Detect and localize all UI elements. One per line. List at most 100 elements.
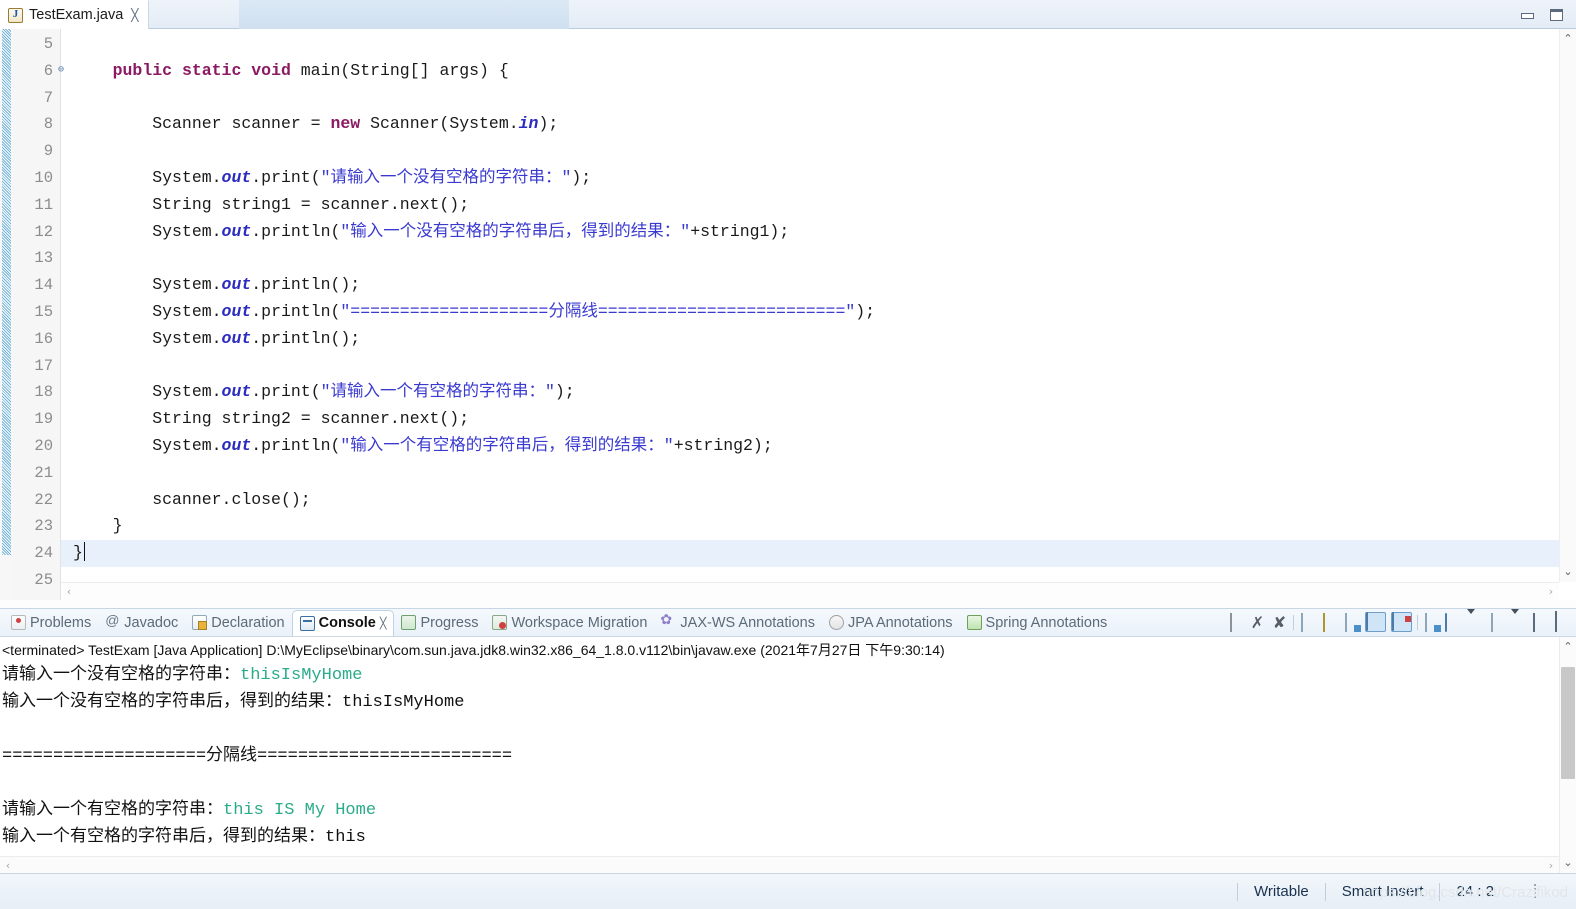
console-view[interactable]: <terminated> TestExam [Java Application]… (0, 636, 1576, 873)
code-line[interactable]: System.out.println("输入一个有空格的字符串后，得到的结果："… (61, 433, 1576, 460)
view-tab-label: Spring Annotations (985, 614, 1108, 631)
console-line-text: 输入一个有空格的字符串后，得到的结果：this (2, 828, 366, 847)
view-tab-label: Console (318, 615, 376, 631)
console-output[interactable]: 请输入一个没有空格的字符串：thisIsMyHome 输入一个没有空格的字符串后，… (0, 662, 1576, 851)
line-number-ruler: 5 6 7 8 9 10 11 12 13 14 15 16 17 18 19 20 21 22 23 24 25 (13, 29, 64, 600)
code-line[interactable]: String string2 = scanner.next(); (61, 406, 1576, 433)
word-wrap-button[interactable] (1343, 612, 1360, 632)
console-scroll-down-icon[interactable]: ⌄ (1560, 855, 1576, 871)
console-line-text: 请输入一个有空格的字符串： (2, 801, 223, 820)
line-number: 17 (34, 356, 53, 375)
view-tab-progress[interactable]: Progress (394, 610, 485, 636)
maximize-icon[interactable] (1549, 8, 1564, 22)
scroll-up-icon[interactable]: ⌃ (1560, 31, 1576, 47)
view-tab-javadoc[interactable]: Javadoc (98, 610, 185, 636)
view-tab-jpa-annotations[interactable]: JPA Annotations (822, 610, 960, 636)
maximize-view-icon[interactable] (1555, 610, 1572, 632)
console-line-text (2, 774, 12, 793)
console-scroll-left-icon[interactable]: ‹ (0, 857, 16, 874)
pin-console-button[interactable] (1423, 612, 1440, 632)
console-line: 请输入一个没有空格的字符串：thisIsMyHome (2, 662, 1576, 689)
code-line[interactable]: System.out.print("请输入一个有空格的字符串："); (61, 379, 1576, 406)
code-line[interactable]: System.out.println(); (61, 272, 1576, 299)
code-line[interactable] (61, 138, 1576, 165)
annotation-ruler[interactable] (0, 29, 13, 600)
code-editor[interactable]: 5 6 7 8 9 10 11 12 13 14 15 16 17 18 19 20 21 22 23 24 25 pu… (0, 29, 1576, 600)
line-number: 20 (34, 436, 53, 455)
console-scroll-right-icon[interactable]: › (1543, 857, 1559, 874)
open-console-button[interactable] (1489, 612, 1506, 632)
code-line[interactable]: System.out.println("输入一个没有空格的字符串后，得到的结果：… (61, 219, 1576, 246)
editor-vertical-scrollbar[interactable]: ⌃ ⌄ (1559, 29, 1576, 582)
code-line[interactable]: System.out.print("请输入一个没有空格的字符串："); (61, 165, 1576, 192)
line-number: 6 (13, 58, 64, 85)
workspace-migration-icon (492, 615, 508, 630)
console-scrollbar-thumb[interactable] (1561, 667, 1575, 779)
view-tab-label: Javadoc (124, 614, 179, 631)
close-icon[interactable]: ╳ (380, 617, 387, 630)
console-scroll-up-icon[interactable]: ⌃ (1560, 639, 1576, 655)
java-file-icon (8, 7, 23, 23)
scroll-down-icon[interactable]: ⌄ (1560, 564, 1576, 580)
line-number: 14 (34, 276, 53, 295)
minimize-view-icon[interactable] (1533, 612, 1550, 632)
close-icon[interactable]: ╳ (131, 9, 138, 21)
code-line[interactable]: String string1 = scanner.next(); (61, 192, 1576, 219)
minimize-icon[interactable] (1520, 8, 1535, 22)
view-tab-label: Problems (30, 614, 92, 631)
eclipse-window: TestExam.java ╳ 5 6 7 8 9 10 11 12 13 14 15 16 17 18 1… (0, 0, 1576, 909)
show-console-on-error-button[interactable] (1391, 612, 1412, 632)
view-tab-workspace-migration[interactable]: Workspace Migration (485, 610, 654, 636)
view-tab-jax-ws-annotations[interactable]: JAX-WS Annotations (654, 610, 822, 636)
code-line[interactable]: System.out.println("====================… (61, 299, 1576, 326)
line-number: 23 (34, 517, 53, 536)
code-line[interactable] (61, 85, 1576, 112)
view-tab-spring-annotations[interactable]: Spring Annotations (960, 610, 1115, 636)
console-line-text: ====================分隔线=================… (2, 747, 513, 766)
console-line (2, 716, 1576, 743)
console-vertical-scrollbar[interactable]: ⌃ ⌄ (1559, 637, 1576, 873)
view-tab-problems[interactable]: Problems (4, 610, 98, 636)
code-line[interactable] (61, 460, 1576, 487)
open-console-dropdown-icon[interactable] (1511, 608, 1528, 631)
toolbar-separator-2 (1417, 614, 1418, 630)
code-line[interactable]: Scanner scanner = new Scanner(System.in)… (61, 111, 1576, 138)
console-line (2, 770, 1576, 797)
code-line[interactable]: scanner.close(); (61, 487, 1576, 514)
display-selected-console-button[interactable] (1445, 612, 1462, 632)
launch-configuration-header: <terminated> TestExam [Java Application]… (2, 642, 945, 658)
code-line[interactable] (61, 31, 1576, 58)
console-horizontal-scrollbar[interactable]: ‹ › (0, 856, 1559, 873)
code-line[interactable]: } (61, 513, 1576, 540)
editor-tab-label: TestExam.java (29, 7, 124, 23)
scroll-right-icon[interactable]: › (1543, 583, 1559, 601)
toolbar-separator (1293, 614, 1294, 630)
show-console-on-output-button[interactable] (1365, 612, 1386, 632)
view-tab-declaration[interactable]: Declaration (185, 610, 291, 636)
editor-horizontal-scrollbar[interactable]: ‹ › (61, 582, 1559, 600)
code-line[interactable] (61, 353, 1576, 380)
view-tab-console[interactable]: Console ╳ (291, 609, 395, 636)
console-line: ====================分隔线=================… (2, 743, 1576, 770)
display-console-dropdown-icon[interactable] (1467, 608, 1484, 631)
remove-all-launches-button[interactable]: ✘ (1271, 614, 1288, 631)
clear-console-button[interactable] (1299, 612, 1316, 632)
editor-tab-bar: TestExam.java ╳ (0, 0, 1576, 29)
progress-icon (401, 615, 417, 630)
declaration-icon (192, 615, 208, 630)
editor-tab-testexam[interactable]: TestExam.java ╳ (0, 0, 149, 29)
scroll-left-icon[interactable]: ‹ (61, 583, 77, 601)
line-number: 13 (34, 249, 53, 268)
line-number: 18 (34, 383, 53, 402)
remove-launch-button[interactable]: ✗ (1249, 614, 1266, 631)
code-line[interactable]: } (61, 540, 1576, 567)
console-user-input: this IS My Home (223, 801, 377, 820)
code-line[interactable]: public static void main(String[] args) { (61, 58, 1576, 85)
line-number: 19 (34, 410, 53, 429)
source-code-area[interactable]: public static void main(String[] args) {… (61, 29, 1576, 600)
view-tab-label: Workspace Migration (511, 614, 648, 631)
terminate-button[interactable] (1227, 612, 1244, 632)
scroll-lock-button[interactable] (1321, 612, 1338, 632)
code-line[interactable] (61, 245, 1576, 272)
code-line[interactable]: System.out.println(); (61, 326, 1576, 353)
